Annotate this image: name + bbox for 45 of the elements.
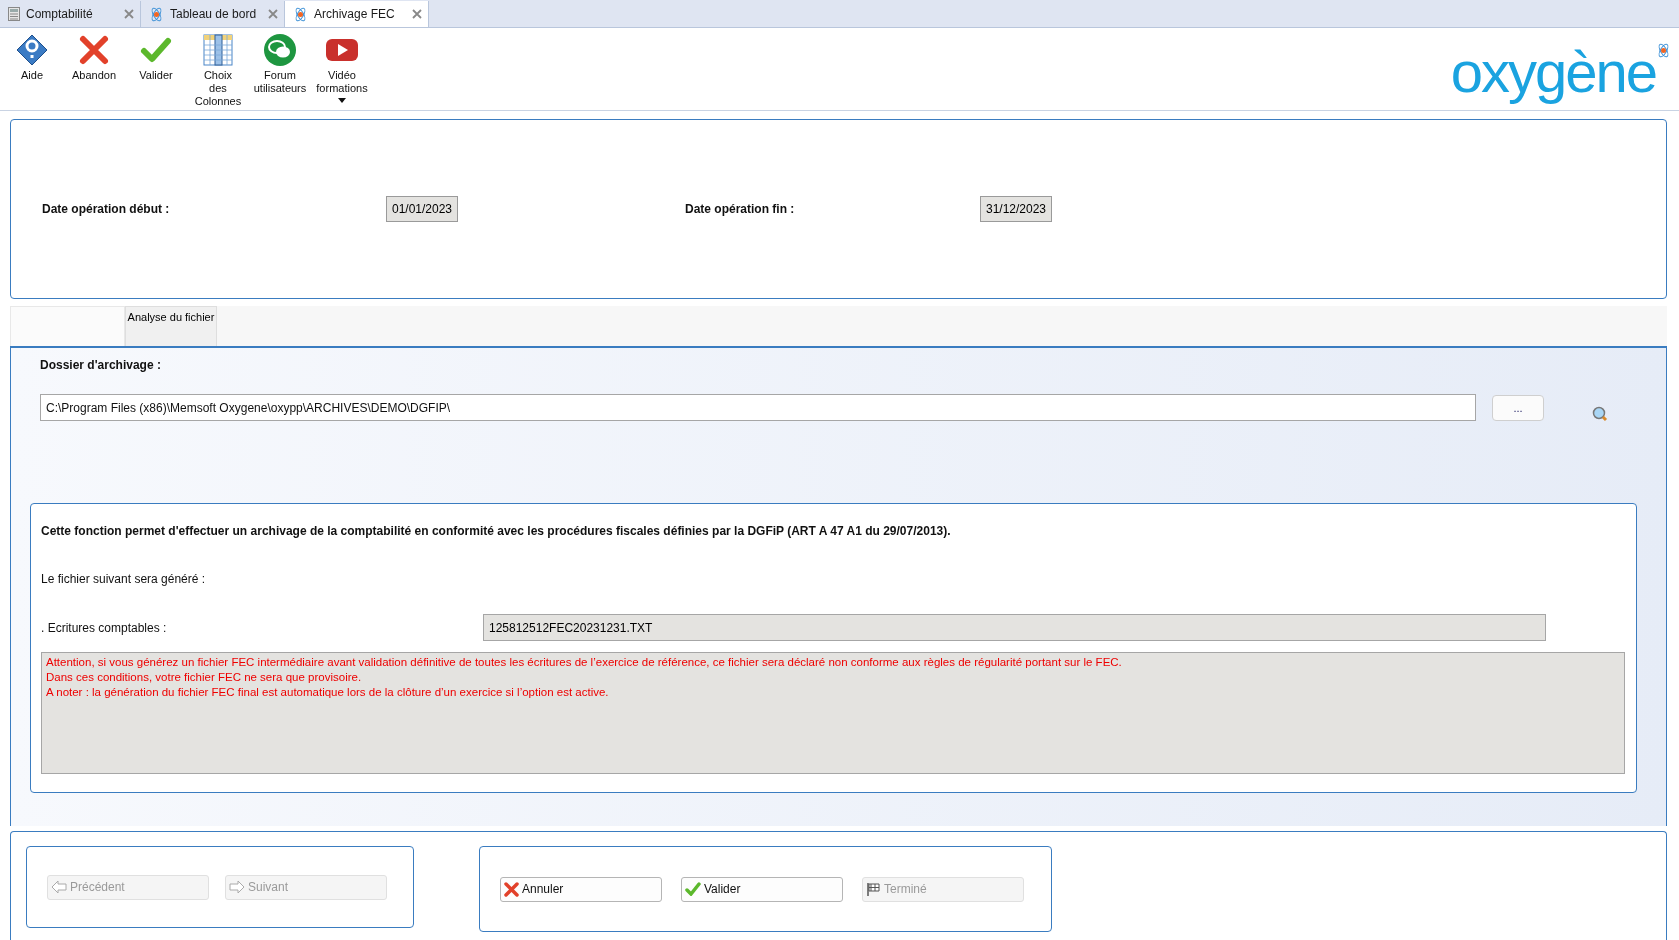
help-icon <box>15 33 49 67</box>
left-arrow-icon <box>51 880 67 894</box>
folder-path-field[interactable]: C:\Program Files (x86)\Memsoft Oxygene\oxypp\ARCHIVES\DEMO\DGFIP\ <box>40 394 1476 421</box>
close-icon[interactable] <box>268 9 278 19</box>
file-name-field[interactable]: 125812512FEC20231231.TXT <box>483 614 1546 641</box>
atom-icon <box>149 6 164 22</box>
zoom-icon[interactable] <box>1592 406 1608 423</box>
generated-file-label: Le fichier suivant sera généré : <box>41 572 206 586</box>
date-field[interactable]: 31/12/2023 <box>980 196 1052 222</box>
checkmark-icon <box>685 882 701 896</box>
calculator-icon <box>8 7 20 21</box>
tab-label: Comptabilité <box>26 7 94 21</box>
toolbar-button[interactable]: Valider <box>126 33 186 82</box>
warning-text: Dans ces conditions, votre fichier FEC ne sera que provisoire. <box>46 670 363 685</box>
chat-bubbles-icon <box>263 33 297 67</box>
browse-button[interactable]: ... <box>1492 394 1544 421</box>
wizard-button[interactable]: Annuler <box>500 876 662 902</box>
document-tab[interactable]: Comptabilité <box>0 1 141 27</box>
toolbar-button[interactable]: Choix des Colonnes <box>188 33 248 108</box>
atom-icon <box>293 6 308 22</box>
right-arrow-icon <box>229 880 245 894</box>
warning-text: Attention, si vous générez un fichier FEC intermédiaire avant validation définitive de toutes les écritures de l’exercice de référence, ce fichier sera déclaré non conforme aux règles de régularité portant sur le FEC. <box>46 655 1123 670</box>
warning-text: A noter : la génération du fichier FEC final est automatique lors de la clôture d’un exercice si l’option est active. <box>46 685 610 700</box>
toolbar-button[interactable]: Abandon <box>64 33 124 82</box>
date-label: Date opération fin : <box>685 202 795 216</box>
close-icon[interactable] <box>412 9 422 19</box>
wizard-button[interactable]: Valider <box>681 876 843 902</box>
atom-icon <box>1656 43 1671 58</box>
folder-label: Dossier d'archivage : <box>40 358 162 372</box>
document-tab[interactable]: Archivage FEC <box>285 1 429 27</box>
date-field[interactable]: 01/01/2023 <box>386 196 458 222</box>
tab-label: Tableau de bord <box>170 7 258 21</box>
date-label: Date opération début : <box>42 202 170 216</box>
file-label: . Ecritures comptables : <box>41 620 167 635</box>
flag-icon <box>866 881 881 897</box>
table-columns-icon <box>201 33 235 67</box>
toolbar-button[interactable]: Aide <box>2 33 62 82</box>
cross-icon <box>504 881 519 897</box>
description-text: Cette fonction permet d'effectuer un archivage de la comptabilité en conformité avec les procédures fiscales définies par la DGFiP (ART A 47 A1 du 29/07/2013). <box>41 524 952 538</box>
cross-icon <box>77 33 111 67</box>
tab-label: Archivage FEC <box>314 7 396 21</box>
toolbar-button[interactable]: Forum utilisateurs <box>250 33 310 95</box>
toolbar-button[interactable]: Vidéo formations <box>312 33 372 103</box>
close-icon[interactable] <box>124 9 134 19</box>
section-tab[interactable]: Analyse du fichier <box>125 306 217 346</box>
